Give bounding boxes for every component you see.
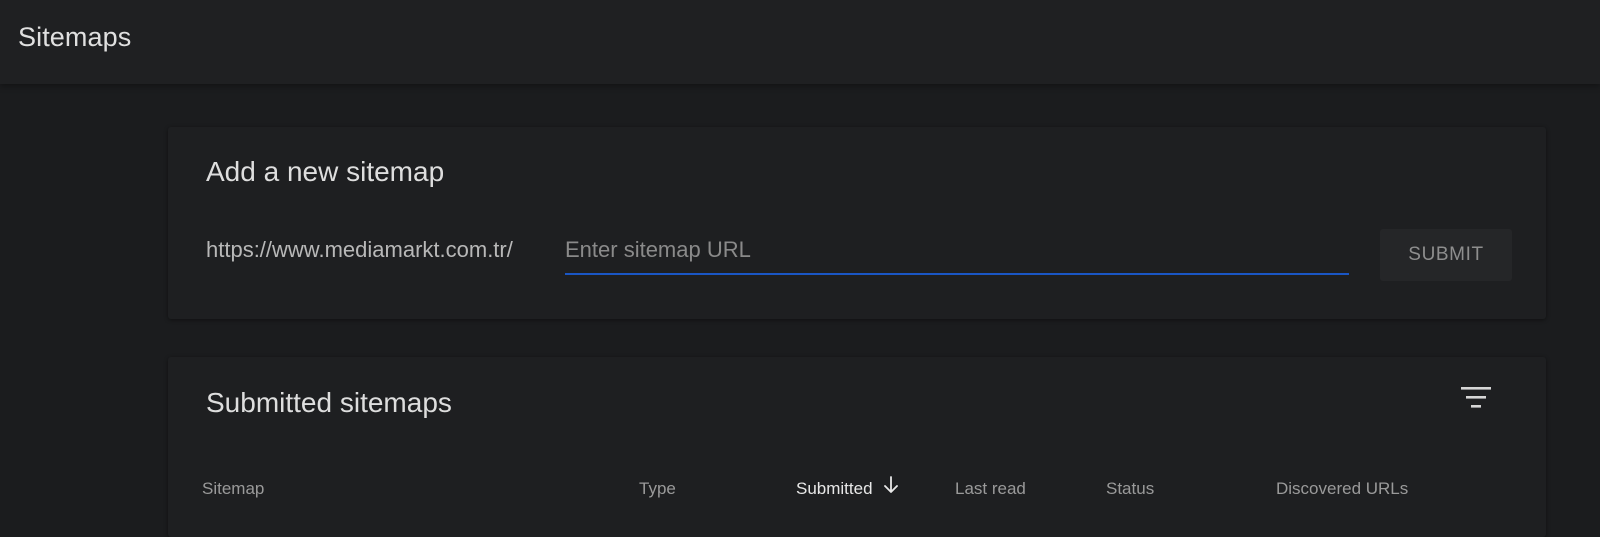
arrow-down-icon: [883, 475, 899, 500]
page-title: Sitemaps: [18, 22, 132, 52]
column-header-submitted-label: Submitted: [796, 479, 873, 498]
submitted-sitemaps-title: Submitted sitemaps: [206, 387, 452, 418]
column-header-sitemap[interactable]: Sitemap: [202, 479, 264, 499]
sitemap-url-input[interactable]: [565, 231, 1349, 275]
column-header-last-read[interactable]: Last read: [955, 479, 1026, 499]
column-header-type[interactable]: Type: [639, 479, 676, 499]
top-app-bar: Sitemaps: [0, 0, 1600, 84]
filter-icon[interactable]: [1459, 383, 1493, 413]
add-sitemap-card: Add a new sitemap https://www.mediamarkt…: [168, 127, 1546, 319]
column-header-submitted[interactable]: Submitted: [796, 476, 899, 500]
column-header-discovered-urls[interactable]: Discovered URLs: [1276, 479, 1408, 499]
add-sitemap-title: Add a new sitemap: [206, 156, 445, 187]
url-prefix: https://www.mediamarkt.com.tr/: [206, 237, 513, 262]
submit-button[interactable]: SUBMIT: [1380, 229, 1512, 281]
submitted-sitemaps-card: Submitted sitemaps Sitemap Type Submitte…: [168, 357, 1546, 537]
column-header-status[interactable]: Status: [1106, 479, 1154, 499]
